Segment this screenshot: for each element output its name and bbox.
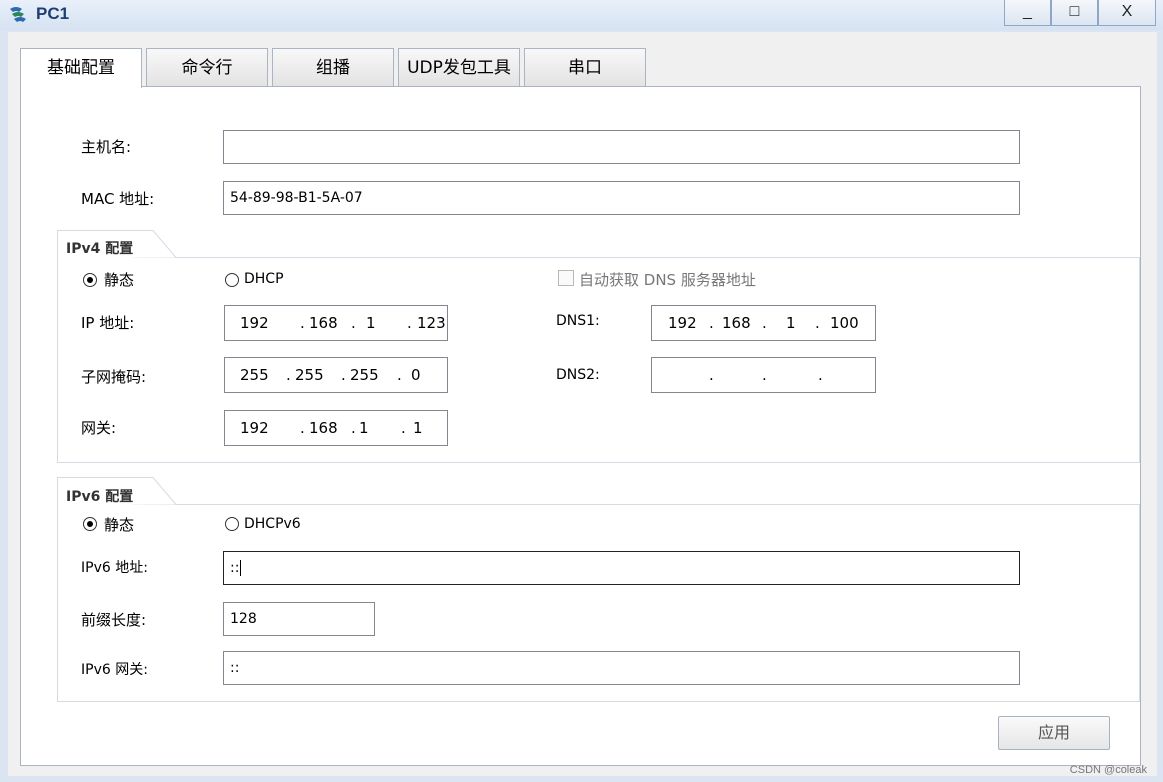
ipv4-dhcp-radio[interactable] [225,273,239,287]
ipv4-static-radio[interactable] [83,273,97,287]
ip-octet-1: 192 [240,314,269,332]
mask-octet-4: 0 [411,366,421,384]
apply-button[interactable]: 应用 [998,716,1110,750]
ipv6-address-label: IPv6 地址: [81,560,148,576]
ipv6-gateway-label: IPv6 网关: [81,662,148,678]
dns2-label: DNS2: [556,367,600,383]
ip-address-label: IP 地址: [81,314,135,332]
gw-octet-4: 1 [413,419,423,437]
mac-address-field[interactable]: 54-89-98-B1-5A-07 [223,181,1020,215]
mask-octet-1: 255 [240,366,269,384]
dns1-octet-3: 1 [786,314,796,332]
ip-octet-3: 1 [366,314,376,332]
prefix-length-label: 前缀长度: [81,611,147,629]
dns1-field[interactable]: 192. 168. 1. 100 [651,305,876,341]
ipv6-dhcp-radio[interactable] [225,517,239,531]
dns1-octet-4: 100 [830,314,859,332]
mac-label: MAC 地址: [81,190,155,208]
ipv6-gateway-input[interactable]: :: [223,651,1020,685]
ipv4-group-title: IPv4 配置 [66,238,134,258]
ip-address-field[interactable]: 192. 168. 1. 123 [224,305,448,341]
dns1-octet-1: 192 [668,314,697,332]
hostname-input[interactable] [223,130,1020,164]
ip-octet-4: 123 [417,314,446,332]
ipv6-dhcp-label: DHCPv6 [244,516,301,532]
gateway-field[interactable]: 192. 168. 1. 1 [224,410,448,446]
dns1-octet-2: 168 [722,314,751,332]
hostname-label: 主机名: [81,138,132,156]
gw-octet-3: 1 [359,419,369,437]
ipv6-address-value: :: [230,560,240,576]
ipv6-address-input[interactable]: :: [223,551,1020,585]
gw-octet-2: 168 [309,419,338,437]
ipv6-static-label: 静态 [104,516,135,534]
prefix-length-input[interactable]: 128 [223,602,375,636]
ipv4-static-label: 静态 [104,271,135,289]
auto-dns-label: 自动获取 DNS 服务器地址 [579,271,756,289]
ipv6-static-radio[interactable] [83,517,97,531]
watermark: CSDN @coleak [1069,764,1147,776]
ipv4-dhcp-label: DHCP [244,271,284,287]
ip-octet-2: 168 [309,314,338,332]
gateway-label: 网关: [81,419,117,437]
mask-octet-2: 255 [295,366,324,384]
subnet-mask-field[interactable]: 255. 255. 255. 0 [224,357,448,393]
auto-dns-checkbox[interactable] [558,270,574,286]
subnet-mask-label: 子网掩码: [81,368,147,386]
mask-octet-3: 255 [350,366,379,384]
ipv6-group-title: IPv6 配置 [66,486,134,506]
dns2-field[interactable]: . . . [651,357,876,393]
dns1-label: DNS1: [556,313,600,329]
text-cursor [240,560,246,576]
gw-octet-1: 192 [240,419,269,437]
